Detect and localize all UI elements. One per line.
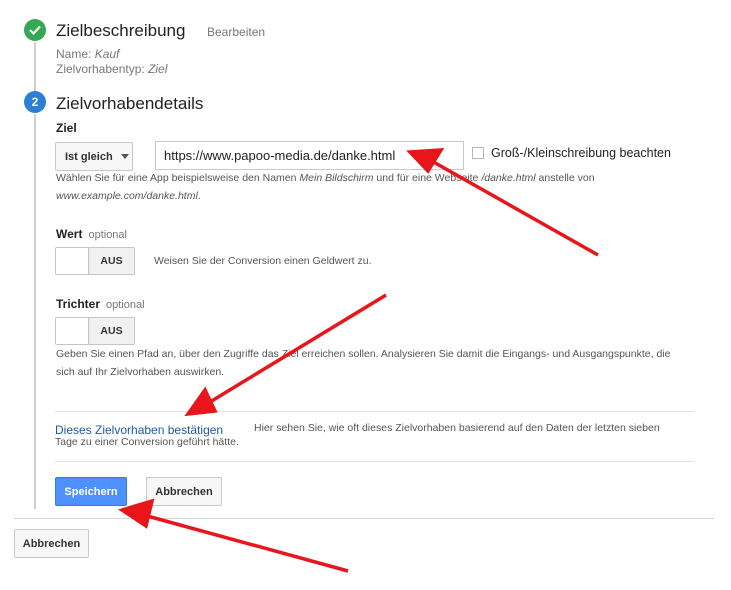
- step-connector-line: [34, 114, 36, 509]
- goal-label: Ziel: [56, 121, 77, 135]
- verify-description: Hier sehen Sie, wie oft dieses Zielvorha…: [55, 422, 660, 448]
- goal-type: Zielvorhabentyp: Ziel: [56, 62, 168, 76]
- funnel-toggle-state: AUS: [100, 325, 123, 337]
- step-2-title: Zielvorhabendetails: [56, 94, 204, 113]
- step-1-title: Zielbeschreibung: [56, 21, 186, 40]
- goal-name: Name: Kauf: [56, 47, 120, 61]
- case-sensitive-checkbox[interactable]: [472, 147, 484, 159]
- goal-url-value: https://www.papoo-media.de/danke.html: [164, 148, 396, 163]
- value-label: Wert optional: [56, 227, 127, 241]
- section-divider: [55, 461, 694, 462]
- cancel-button[interactable]: Abbrechen: [146, 477, 222, 506]
- outer-cancel-button[interactable]: Abbrechen: [14, 529, 89, 558]
- bottom-divider: [14, 518, 714, 519]
- toggle-knob: [56, 248, 89, 274]
- value-toggle-state: AUS: [100, 255, 123, 267]
- goal-help-text: Wählen Sie für eine App beispielsweise d…: [56, 172, 595, 202]
- step-connector-line: [34, 42, 36, 92]
- step-1-check-icon: [24, 19, 46, 41]
- funnel-label: Trichter optional: [56, 297, 145, 311]
- match-type-value: Ist gleich: [65, 150, 113, 163]
- edit-link[interactable]: Bearbeiten: [207, 25, 265, 39]
- funnel-help-text: Geben Sie einen Pfad an, über den Zugrif…: [56, 348, 671, 378]
- value-toggle[interactable]: AUS: [55, 247, 135, 275]
- dropdown-caret-icon: [120, 154, 129, 159]
- case-sensitive-label: Groß-/Kleinschreibung beachten: [491, 146, 671, 160]
- goal-url-input[interactable]: https://www.papoo-media.de/danke.html: [155, 141, 464, 170]
- match-type-dropdown[interactable]: Ist gleich: [55, 142, 133, 171]
- section-divider: [55, 411, 694, 412]
- value-help-text: Weisen Sie der Conversion einen Geldwert…: [154, 255, 372, 267]
- arrow-to-save-button: [139, 512, 349, 573]
- step-2-number-icon: 2: [24, 91, 46, 113]
- save-button[interactable]: Speichern: [55, 477, 127, 506]
- funnel-toggle[interactable]: AUS: [55, 317, 135, 345]
- toggle-knob: [56, 318, 89, 344]
